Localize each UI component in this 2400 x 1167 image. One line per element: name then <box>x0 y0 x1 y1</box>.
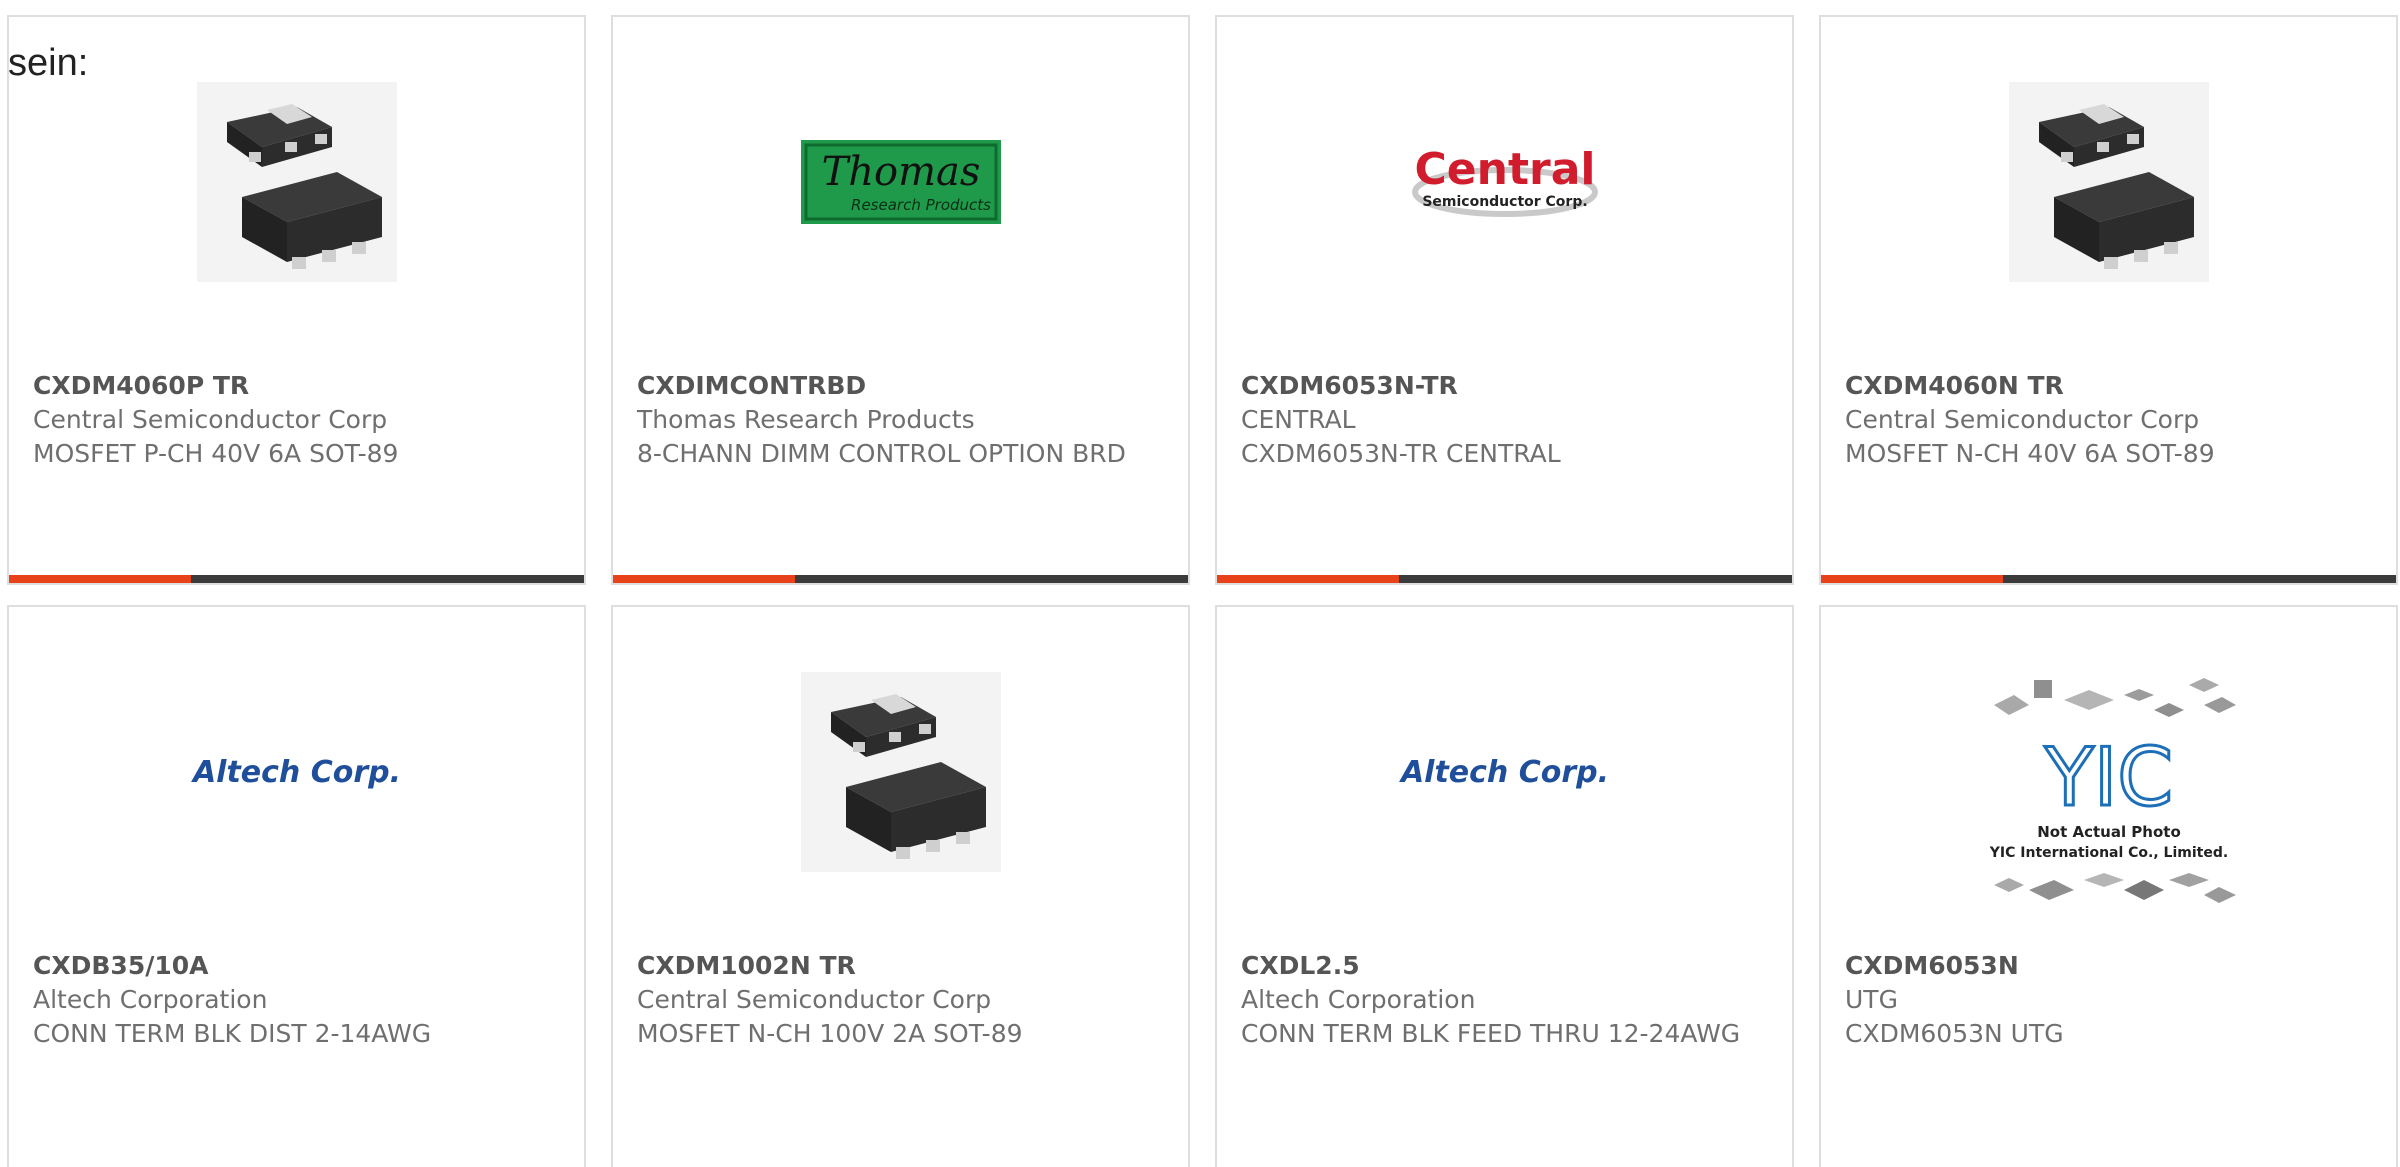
description: 8-CHANN DIMM CONTROL OPTION BRD <box>637 439 1126 468</box>
manufacturer: UTG <box>1845 985 1898 1014</box>
card-bottom-bar <box>1217 575 1792 583</box>
sot89-package-icon <box>196 82 397 282</box>
sot89-package-icon <box>2008 82 2209 282</box>
svg-text:Not Actual Photo: Not Actual Photo <box>2037 823 2181 841</box>
part-number[interactable]: CXDB35/10A <box>33 949 560 983</box>
manufacturer: Central Semiconductor Corp <box>637 985 992 1014</box>
description: CXDM6053N-TR CENTRAL <box>1241 439 1561 468</box>
card-bottom-bar <box>1821 575 2396 583</box>
altech-logo: Altech Corp. <box>1398 755 1608 790</box>
product-image[interactable]: YIC Not Actual Photo YIC International C… <box>1821 662 2396 917</box>
part-number[interactable]: CXDL2.5 <box>1241 949 1768 983</box>
svg-text:Altech Corp.: Altech Corp. <box>190 755 400 790</box>
product-card[interactable]: CXDM4060N TR Central Semiconductor Corp … <box>1819 15 2398 585</box>
product-image[interactable] <box>613 657 1188 887</box>
product-image[interactable]: Thomas Research Products <box>613 67 1188 297</box>
central-logo: Central Semiconductor Corp. <box>1411 144 1598 217</box>
svg-text:Research Products: Research Products <box>851 196 991 214</box>
card-bottom-bar <box>9 575 584 583</box>
description: CXDM6053N UTG <box>1845 1019 2064 1048</box>
part-number[interactable]: CXDM6053N-TR <box>1241 369 1768 403</box>
product-image[interactable] <box>9 67 584 297</box>
product-card[interactable]: CXDM1002N TR Central Semiconductor Corp … <box>611 605 1190 1167</box>
part-number[interactable]: CXDIMCONTRBD <box>637 369 1164 403</box>
altech-logo: Altech Corp. <box>190 755 400 790</box>
part-number[interactable]: CXDM4060P TR <box>33 369 560 403</box>
product-card[interactable]: CXDM4060P TR Central Semiconductor Corp … <box>7 15 586 585</box>
manufacturer: Central Semiconductor Corp <box>1845 405 2200 434</box>
sot89-package-icon <box>800 672 1001 872</box>
manufacturer: Thomas Research Products <box>637 405 975 434</box>
product-image[interactable]: Central Semiconductor Corp. <box>1217 67 1792 297</box>
product-card[interactable]: Central Semiconductor Corp. CXDM6053N-TR… <box>1215 15 1794 585</box>
description: CONN TERM BLK FEED THRU 12-24AWG <box>1241 1019 1741 1048</box>
product-image[interactable]: Altech Corp. <box>1217 657 1792 887</box>
manufacturer: Central Semiconductor Corp <box>33 405 388 434</box>
description: MOSFET N-CH 100V 2A SOT-89 <box>637 1019 1023 1048</box>
svg-text:Central: Central <box>1414 144 1595 195</box>
manufacturer: Altech Corporation <box>1241 985 1476 1014</box>
product-card[interactable]: Thomas Research Products CXDIMCONTRBD Th… <box>611 15 1190 585</box>
lead-text: sein: <box>8 42 89 84</box>
thomas-logo: Thomas Research Products <box>800 140 1001 224</box>
product-image[interactable] <box>1821 67 2396 297</box>
product-card[interactable]: Altech Corp. CXDB35/10A Altech Corporati… <box>7 605 586 1167</box>
svg-text:Semiconductor Corp.: Semiconductor Corp. <box>1422 194 1587 210</box>
description: MOSFET N-CH 40V 6A SOT-89 <box>1845 439 2215 468</box>
svg-text:Altech Corp.: Altech Corp. <box>1398 755 1608 790</box>
card-bottom-bar <box>613 575 1188 583</box>
manufacturer: Altech Corporation <box>33 985 268 1014</box>
part-number[interactable]: CXDM4060N TR <box>1845 369 2372 403</box>
manufacturer: CENTRAL <box>1241 405 1356 434</box>
description: MOSFET P-CH 40V 6A SOT-89 <box>33 439 399 468</box>
svg-text:YIC: YIC <box>2043 731 2172 824</box>
product-image[interactable]: Altech Corp. <box>9 657 584 887</box>
description: CONN TERM BLK DIST 2-14AWG <box>33 1019 432 1048</box>
product-card[interactable]: YIC Not Actual Photo YIC International C… <box>1819 605 2398 1167</box>
part-number[interactable]: CXDM6053N <box>1845 949 2372 983</box>
part-number[interactable]: CXDM1002N TR <box>637 949 1164 983</box>
svg-text:YIC International Co., Limited: YIC International Co., Limited. <box>1988 845 2227 861</box>
yic-placeholder-image: YIC Not Actual Photo YIC International C… <box>1988 677 2236 903</box>
svg-text:Thomas: Thomas <box>821 149 980 195</box>
product-grid-page: sein: CXDM4060P TR Central Semiconductor… <box>0 0 2400 1167</box>
product-card[interactable]: Altech Corp. CXDL2.5 Altech Corporation … <box>1215 605 1794 1167</box>
